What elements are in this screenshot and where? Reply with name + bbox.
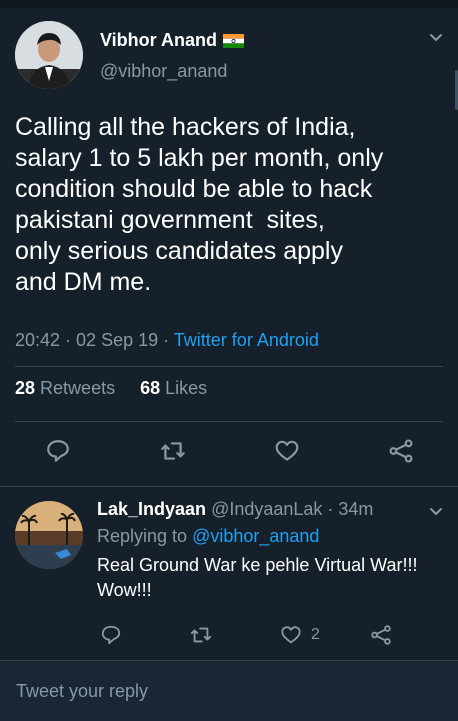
reply-actions xyxy=(0,620,458,660)
retweet-icon xyxy=(190,627,212,643)
status-strip xyxy=(0,0,458,8)
replying-to-line: Replying to @vibhor_anand xyxy=(97,526,319,547)
divider xyxy=(15,366,443,367)
reply-author-row: Lak_Indyaan @IndyaanLak · 34m xyxy=(97,499,373,520)
reply-button[interactable] xyxy=(43,436,73,466)
replying-to-link[interactable]: @vibhor_anand xyxy=(192,526,319,546)
reply-avatar[interactable] xyxy=(15,501,83,569)
engagement-counts: 28 Retweets 68 Likes xyxy=(15,378,207,399)
retweet-icon xyxy=(161,442,185,460)
reply-text: Real Ground War ke pehle Virtual War!!! … xyxy=(97,555,418,600)
share-button[interactable] xyxy=(386,436,416,466)
divider xyxy=(15,421,443,422)
retweet-button[interactable] xyxy=(158,436,188,466)
like-icon xyxy=(275,440,299,461)
tweet-timestamp: 20:42 · 02 Sep 19 · xyxy=(15,330,174,350)
divider xyxy=(0,486,458,487)
reply-like-count: 2 xyxy=(311,626,320,643)
chevron-down-icon[interactable] xyxy=(428,30,444,46)
likes-count: 68 xyxy=(140,378,161,398)
reply-composer[interactable]: Tweet your reply xyxy=(0,660,458,721)
like-icon xyxy=(281,626,301,644)
replying-prefix: Replying to xyxy=(97,526,193,546)
retweets-label: Retweets xyxy=(40,378,116,398)
share-icon xyxy=(371,625,391,645)
reply-icon xyxy=(47,440,69,462)
main-tweet-actions xyxy=(0,436,458,476)
retweets-count: 28 xyxy=(15,378,36,398)
share-button[interactable] xyxy=(366,620,396,650)
tweet-client-link[interactable]: Twitter for Android xyxy=(174,330,319,350)
author-display-name[interactable]: Vibhor Anand xyxy=(100,30,217,51)
likes-stat[interactable]: 68 Likes xyxy=(140,378,207,398)
reply-handle-time[interactable]: @IndyaanLak · 34m xyxy=(211,499,373,519)
like-button[interactable] xyxy=(272,436,302,466)
likes-label: Likes xyxy=(165,378,208,398)
chevron-down-icon[interactable] xyxy=(428,504,444,520)
share-icon xyxy=(389,439,413,463)
reply-icon xyxy=(101,625,121,645)
reply-input-placeholder[interactable]: Tweet your reply xyxy=(16,681,148,702)
retweet-button[interactable] xyxy=(186,620,216,650)
reply-button[interactable] xyxy=(96,620,126,650)
tweet-meta: 20:42 · 02 Sep 19 · Twitter for Android xyxy=(15,330,319,351)
reply-display-name[interactable]: Lak_Indyaan xyxy=(97,499,206,519)
like-button[interactable] xyxy=(276,620,306,650)
avatar[interactable] xyxy=(15,21,83,89)
author-name-row: Vibhor Anand xyxy=(100,30,244,51)
retweets-stat[interactable]: 28 Retweets xyxy=(15,378,115,398)
author-handle[interactable]: @vibhor_anand xyxy=(100,61,227,82)
tweet-text: Calling all the hackers of India, salary… xyxy=(15,113,384,296)
india-flag-icon xyxy=(223,33,244,48)
